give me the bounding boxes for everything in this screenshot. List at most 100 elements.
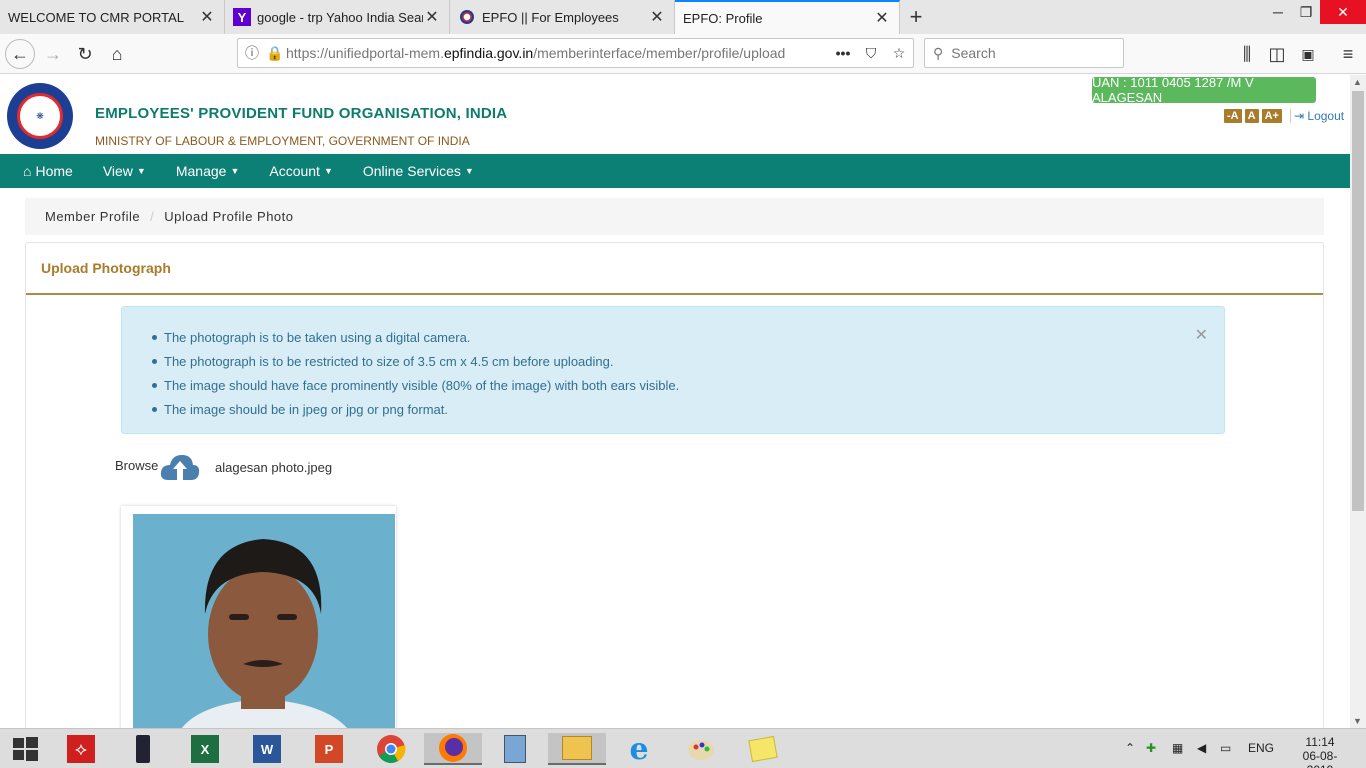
epfo-logo: ❋ bbox=[7, 83, 73, 149]
tray-network-icon[interactable]: ▦ bbox=[1172, 741, 1183, 755]
org-name: EMPLOYEES' PROVIDENT FUND ORGANISATION, … bbox=[95, 105, 508, 122]
restore-icon[interactable]: ❐ bbox=[1290, 0, 1322, 24]
sidebar-icon[interactable]: ◫ bbox=[1262, 39, 1292, 69]
new-tab-button[interactable]: + bbox=[900, 0, 932, 34]
excel-icon[interactable]: X bbox=[184, 733, 226, 765]
caret-down-icon: ▼ bbox=[323, 166, 333, 176]
epfo-icon bbox=[458, 8, 476, 26]
uan-badge: UAN : 1011 0405 1287 /M V ALAGESAN bbox=[1092, 75, 1316, 105]
url-suffix: /memberinterface/member/profile/upload bbox=[533, 45, 786, 61]
scroll-down-icon[interactable]: ▼ bbox=[1353, 716, 1362, 726]
page-scrollbar[interactable]: ▲ ▼ bbox=[1350, 75, 1366, 728]
close-icon[interactable]: ✕ bbox=[873, 8, 891, 28]
list-item: The image should have face prominently v… bbox=[151, 373, 679, 397]
library-icon[interactable]: ⫼ bbox=[1232, 39, 1262, 69]
browser-toolbar: ← → ↻ ⌂ ⓘ 🔒 https://unifiedportal-mem. ep… bbox=[0, 34, 1366, 74]
list-item: The photograph is to be restricted to si… bbox=[151, 349, 679, 373]
scroll-up-icon[interactable]: ▲ bbox=[1353, 77, 1362, 87]
menu-icon[interactable]: ≡ bbox=[1333, 39, 1363, 69]
home-icon[interactable]: ⌂ bbox=[102, 39, 132, 69]
menu-manage-label: Manage bbox=[175, 163, 227, 179]
back-icon[interactable]: ← bbox=[5, 39, 35, 69]
main-menu: ⌂ Home View ▼ Manage ▼ Account ▼ Online Serv… bbox=[0, 154, 1350, 188]
clock-time: 11:14 bbox=[1305, 735, 1335, 749]
chrome-icon[interactable] bbox=[370, 733, 412, 765]
url-prefix: https://unifiedportal-mem. bbox=[286, 45, 444, 61]
tray-app-icon[interactable]: ✚ bbox=[1146, 741, 1156, 755]
info-icon[interactable]: ⓘ bbox=[238, 43, 266, 63]
tab-epfo-profile[interactable]: EPFO: Profile ✕ bbox=[675, 0, 900, 34]
url-bar[interactable]: ⓘ 🔒 https://unifiedportal-mem. epfindia.g… bbox=[237, 38, 914, 68]
selected-file-name: alagesan photo.jpeg bbox=[215, 460, 333, 475]
system-clock[interactable]: 11:14 06-08-2019 bbox=[1290, 735, 1350, 768]
logout-link[interactable]: ⇥ Logout bbox=[1290, 109, 1344, 123]
menu-account[interactable]: Account ▼ bbox=[254, 163, 348, 179]
calculator-icon[interactable] bbox=[494, 733, 536, 765]
instructions-alert: The photograph is to be taken using a di… bbox=[121, 306, 1225, 434]
start-icon[interactable] bbox=[4, 733, 46, 765]
forward-icon[interactable]: → bbox=[38, 39, 68, 69]
acrobat-icon[interactable]: ⟡ bbox=[60, 733, 102, 765]
close-icon[interactable]: ✕ bbox=[648, 7, 666, 27]
photo-preview bbox=[121, 506, 396, 728]
close-icon[interactable]: ✕ bbox=[198, 7, 216, 27]
tab-epfo-employees[interactable]: EPFO || For Employees ✕ bbox=[450, 0, 675, 34]
reload-icon[interactable]: ↻ bbox=[70, 39, 100, 69]
scrollbar-thumb[interactable] bbox=[1352, 91, 1364, 511]
search-placeholder: Search bbox=[951, 45, 996, 61]
logo-emblem-icon: ❋ bbox=[17, 93, 63, 139]
powerpoint-icon[interactable]: P bbox=[308, 733, 350, 765]
volume-icon[interactable]: ◀ bbox=[1197, 741, 1206, 755]
upload-panel: Upload Photograph The photograph is to b… bbox=[25, 242, 1324, 728]
menu-online-services[interactable]: Online Services ▼ bbox=[348, 163, 489, 179]
firefox-icon[interactable] bbox=[424, 733, 482, 765]
windows-taskbar: ⟡ X W P e ⌃ ✚ ▦ ◀ ▭ ENG 11:14 06-08-2019 bbox=[0, 728, 1366, 768]
menu-view[interactable]: View ▼ bbox=[88, 163, 161, 179]
file-explorer-icon[interactable] bbox=[548, 733, 606, 765]
menu-home-label: Home bbox=[35, 163, 73, 179]
breadcrumb-current: Upload Profile Photo bbox=[164, 209, 294, 224]
sticky-notes-icon[interactable] bbox=[742, 733, 784, 765]
cloud-upload-icon[interactable] bbox=[160, 452, 200, 485]
tray-chevron-icon[interactable]: ⌃ bbox=[1125, 741, 1135, 755]
tab-title: EPFO: Profile bbox=[683, 10, 763, 26]
tab-title: EPFO || For Employees bbox=[482, 9, 619, 25]
page-actions-icon[interactable]: ••• bbox=[829, 45, 857, 61]
power-icon[interactable]: ▭ bbox=[1220, 741, 1231, 755]
search-input[interactable]: ⚲ Search bbox=[924, 38, 1124, 68]
desktop-pc-icon[interactable] bbox=[122, 733, 164, 765]
menu-view-label: View bbox=[102, 163, 133, 179]
logout-icon: ⇥ bbox=[1294, 109, 1308, 123]
internet-explorer-icon[interactable]: e bbox=[618, 732, 660, 767]
list-item: The photograph is to be taken using a di… bbox=[151, 325, 679, 349]
font-decrease-button[interactable]: -A bbox=[1224, 109, 1242, 123]
alert-close-icon[interactable]: ✕ bbox=[1195, 325, 1208, 345]
font-normal-button[interactable]: A bbox=[1244, 109, 1259, 123]
extension-icon[interactable]: ▣ bbox=[1293, 39, 1323, 69]
web-page: ❋ EMPLOYEES' PROVIDENT FUND ORGANISATION… bbox=[0, 75, 1350, 728]
language-indicator[interactable]: ENG bbox=[1248, 741, 1274, 755]
breadcrumb-parent[interactable]: Member Profile bbox=[45, 209, 140, 224]
paint-icon[interactable] bbox=[680, 733, 722, 765]
url-domain: epfindia.gov.in bbox=[443, 45, 534, 61]
browse-label[interactable]: Browse bbox=[115, 458, 158, 473]
word-icon[interactable]: W bbox=[246, 733, 288, 765]
font-size-controls: -A A A+ bbox=[1224, 109, 1282, 123]
close-icon[interactable]: ✕ bbox=[423, 7, 441, 27]
menu-home[interactable]: ⌂ Home bbox=[0, 163, 88, 179]
logout-label: Logout bbox=[1307, 109, 1345, 123]
menu-account-label: Account bbox=[269, 163, 320, 179]
lock-icon: 🔒 bbox=[266, 44, 284, 61]
pocket-icon[interactable]: ⛉ bbox=[857, 45, 885, 62]
breadcrumb: Member Profile / Upload Profile Photo bbox=[25, 198, 1324, 235]
tab-cmr-portal[interactable]: WELCOME TO CMR PORTAL ✕ bbox=[0, 0, 225, 34]
caret-down-icon: ▼ bbox=[464, 166, 474, 176]
caret-down-icon: ▼ bbox=[136, 166, 146, 176]
window-close-icon[interactable]: ✕ bbox=[1320, 0, 1366, 24]
tab-yahoo-search[interactable]: Y google - trp Yahoo India Search ✕ bbox=[225, 0, 450, 34]
site-header: ❋ EMPLOYEES' PROVIDENT FUND ORGANISATION… bbox=[0, 75, 1350, 155]
list-item: The image should be in jpeg or jpg or pn… bbox=[151, 397, 679, 421]
bookmark-star-icon[interactable]: ☆ bbox=[885, 45, 913, 62]
font-increase-button[interactable]: A+ bbox=[1261, 109, 1282, 123]
menu-manage[interactable]: Manage ▼ bbox=[161, 163, 255, 179]
